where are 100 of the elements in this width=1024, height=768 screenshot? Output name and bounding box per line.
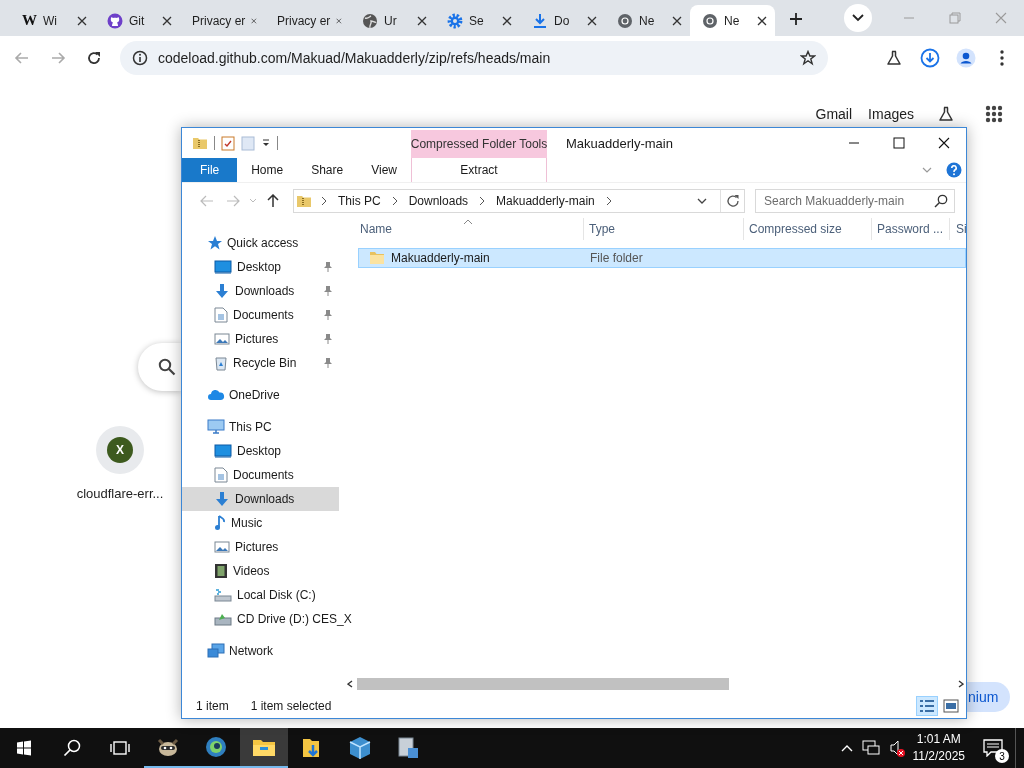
close-icon[interactable] bbox=[77, 15, 87, 26]
server-icon bbox=[396, 736, 420, 760]
breadcrumb-item[interactable]: Downloads bbox=[406, 189, 471, 212]
customize-button[interactable]: nium bbox=[967, 682, 1011, 712]
nav-item[interactable]: Downloads bbox=[182, 279, 339, 303]
chevron-right-icon[interactable] bbox=[391, 195, 398, 206]
browser-tab[interactable]: Privacy er bbox=[180, 5, 265, 36]
nav-item[interactable]: This PC bbox=[182, 415, 339, 439]
browser-tab[interactable]: Do bbox=[520, 5, 605, 36]
nav-item[interactable]: Documents bbox=[182, 303, 339, 327]
speaker-icon bbox=[890, 740, 899, 756]
forward-arrow-icon bbox=[226, 194, 240, 207]
scroll-right-icon[interactable] bbox=[958, 680, 964, 688]
shortcut-tile[interactable]: X bbox=[96, 426, 144, 474]
pictures-icon bbox=[214, 332, 230, 346]
clock-time: 1:01 AM bbox=[916, 731, 961, 748]
nav-item[interactable]: Documents bbox=[182, 463, 339, 487]
chevron-right-icon[interactable] bbox=[321, 195, 327, 206]
expand-ribbon-button[interactable] bbox=[922, 167, 932, 173]
taskbar-app[interactable] bbox=[240, 728, 288, 768]
search-field[interactable]: Search Makuadderly-main bbox=[755, 188, 955, 213]
chevron-down-icon bbox=[697, 197, 707, 204]
music-note-icon bbox=[214, 515, 226, 531]
desktop-icon bbox=[214, 443, 232, 459]
nav-item[interactable]: CD Drive (D:) CES_X bbox=[182, 607, 358, 631]
file-menu-tab[interactable]: File bbox=[182, 158, 238, 182]
customize-toolbar-button[interactable] bbox=[261, 138, 271, 148]
browser-tab[interactable]: Ur bbox=[350, 5, 435, 36]
chevron-down-icon bbox=[922, 167, 932, 173]
search-icon bbox=[63, 739, 81, 757]
site-logo: X bbox=[107, 437, 133, 463]
properties-button[interactable] bbox=[221, 135, 235, 151]
close-icon[interactable] bbox=[757, 15, 767, 26]
gear-icon bbox=[447, 12, 463, 29]
preview-view-button[interactable] bbox=[940, 696, 962, 716]
nav-item[interactable]: Quick access bbox=[182, 231, 339, 255]
header-link[interactable]: Gmail bbox=[815, 106, 853, 122]
ribbon-tab[interactable]: Extract bbox=[446, 158, 512, 182]
chevron-right-icon[interactable] bbox=[605, 195, 612, 206]
nav-item[interactable]: Downloads bbox=[182, 487, 339, 511]
drive-icon bbox=[214, 588, 232, 602]
column-header[interactable]: Name bbox=[352, 218, 584, 240]
scrollbar-thumb[interactable] bbox=[357, 678, 729, 690]
column-header[interactable]: Type bbox=[584, 218, 744, 240]
nav-item[interactable]: OneDrive bbox=[182, 383, 339, 407]
computer-icon bbox=[207, 419, 225, 435]
close-icon[interactable] bbox=[417, 15, 427, 26]
column-header[interactable]: Compressed size bbox=[744, 218, 872, 240]
details-view-button[interactable] bbox=[916, 696, 938, 716]
header-link[interactable]: Images bbox=[868, 106, 914, 122]
details-view-icon bbox=[919, 699, 935, 713]
browser-tab[interactable]: Git bbox=[95, 5, 180, 36]
nav-item[interactable]: Network bbox=[182, 639, 339, 663]
folder-icon bbox=[369, 251, 385, 265]
breadcrumb-item[interactable]: Makuadderly-main bbox=[494, 189, 597, 212]
nav-item[interactable]: Local Disk (C:) bbox=[182, 583, 339, 607]
task-view-icon bbox=[110, 740, 130, 756]
nav-item[interactable]: Desktop bbox=[182, 255, 339, 279]
nav-item[interactable]: Pictures bbox=[182, 327, 339, 351]
clock-date: 11/2/2025 bbox=[912, 748, 965, 765]
close-icon[interactable] bbox=[672, 15, 682, 26]
browser-tab[interactable]: Ne bbox=[605, 5, 690, 36]
window-title: Makuadderly-main bbox=[566, 135, 673, 151]
ribbon-tab[interactable]: View bbox=[357, 158, 411, 182]
nav-item[interactable]: Pictures bbox=[182, 535, 339, 559]
close-icon[interactable] bbox=[587, 15, 597, 26]
column-header[interactable]: Password ... bbox=[872, 218, 950, 240]
down-arrow-icon bbox=[214, 491, 230, 507]
nav-item[interactable]: Music bbox=[182, 511, 339, 535]
scroll-left-icon[interactable] bbox=[347, 680, 353, 688]
browser-tab[interactable]: W Wi bbox=[10, 5, 95, 36]
ribbon-tab[interactable]: Share bbox=[297, 158, 358, 182]
ribbon-tab[interactable]: Home bbox=[237, 158, 298, 182]
preview-view-icon bbox=[943, 699, 959, 713]
nav-item[interactable]: Desktop bbox=[182, 439, 339, 463]
flask-icon bbox=[886, 50, 902, 66]
apps-grid-icon bbox=[985, 105, 1003, 123]
browser-tab[interactable]: Privacy er bbox=[265, 5, 350, 36]
close-icon[interactable] bbox=[162, 15, 172, 26]
nav-item[interactable]: Videos bbox=[182, 559, 339, 583]
browser-tab[interactable]: Ne bbox=[690, 5, 775, 36]
bookmark-star-icon[interactable] bbox=[800, 50, 816, 66]
shortcut-label: cloudflare-err... bbox=[76, 486, 164, 501]
tab-search-button[interactable] bbox=[844, 4, 872, 32]
address-bar[interactable]: codeload.github.com/Makuad/Makuadderly/zip/refs/heads/main bbox=[120, 41, 828, 75]
address-bar[interactable]: This PC Downloads Makuadderly-main bbox=[293, 188, 745, 213]
nav-item[interactable]: Recycle Bin bbox=[182, 351, 339, 375]
network-icon bbox=[207, 643, 225, 659]
file-row[interactable]: Makuadderly-main File folder bbox=[358, 248, 966, 268]
search-box[interactable] bbox=[138, 343, 181, 391]
browser-tab[interactable]: Se bbox=[435, 5, 520, 36]
column-header[interactable]: Si bbox=[950, 218, 966, 240]
close-icon[interactable] bbox=[502, 15, 512, 26]
chevron-right-icon[interactable] bbox=[479, 195, 486, 206]
orb-app-icon bbox=[204, 735, 228, 759]
recycle-bin-icon bbox=[214, 355, 228, 371]
action-center-button[interactable]: 3 bbox=[971, 728, 1015, 768]
help-button[interactable] bbox=[946, 162, 962, 178]
globe-icon bbox=[362, 12, 378, 29]
breadcrumb-item[interactable]: This PC bbox=[336, 189, 383, 212]
